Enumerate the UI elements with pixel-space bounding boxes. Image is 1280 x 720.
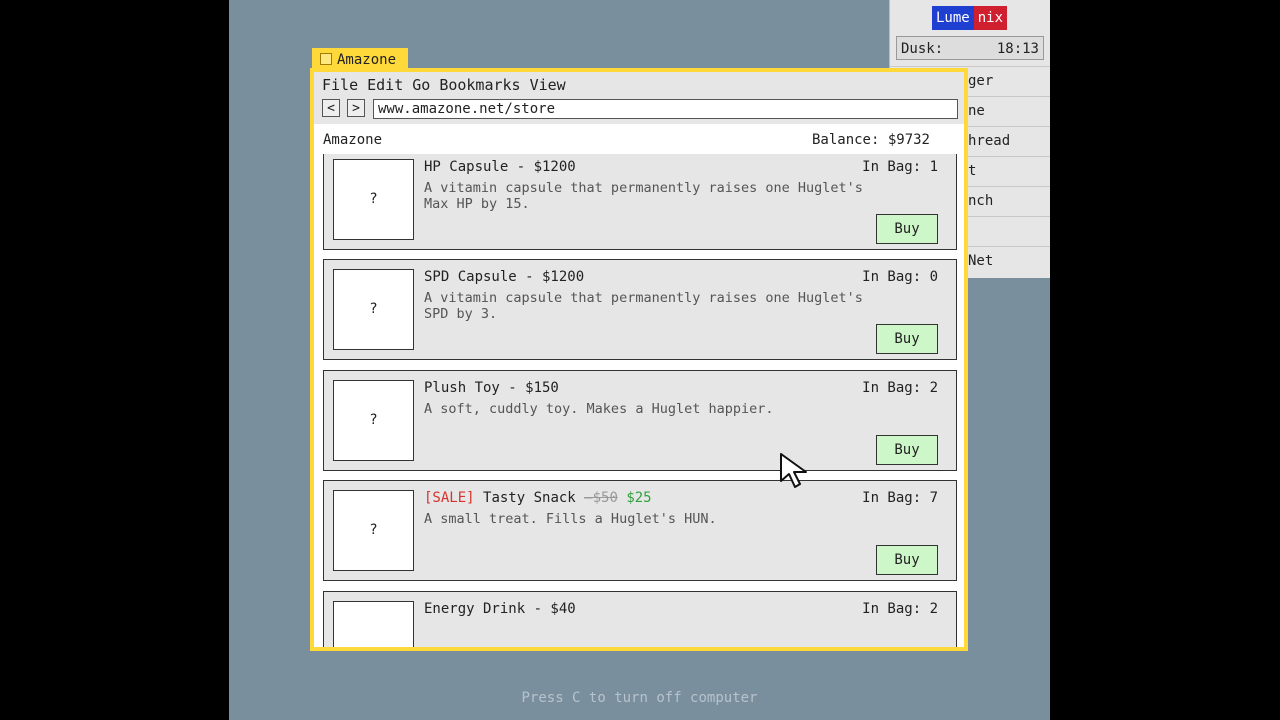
computer-screen: Lume nix Dusk: 18:13 ger ne hread t nch … <box>229 0 1050 720</box>
store-item-tasty-snack: ? [SALE] Tasty Snack —$50 $25 A small tr… <box>323 480 957 581</box>
item-in-bag-count: In Bag: 2 <box>862 380 938 396</box>
item-thumbnail: ? <box>333 380 414 461</box>
window-icon <box>320 53 332 65</box>
item-in-bag-count: In Bag: 2 <box>862 601 938 617</box>
item-thumbnail: ? <box>333 269 414 350</box>
menu-edit[interactable]: Edit <box>367 72 403 96</box>
old-price: —$50 <box>584 490 618 506</box>
item-title: SPD Capsule - $1200 <box>424 269 585 285</box>
browser-window-tab[interactable]: Amazone <box>312 48 408 70</box>
item-in-bag-count: In Bag: 1 <box>862 159 938 175</box>
item-description: A small treat. Fills a Huglet's HUN. <box>424 511 717 527</box>
item-title: HP Capsule - $1200 <box>424 159 576 175</box>
store-item-energy-drink: Energy Drink - $40 In Bag: 2 <box>323 591 957 647</box>
clock-time: 18:13 <box>996 41 1039 57</box>
os-logo: Lume nix <box>932 6 1008 30</box>
item-in-bag-count: In Bag: 0 <box>862 269 938 285</box>
browser-menubar: File Edit Go Bookmarks View <box>314 72 964 96</box>
tab-title: Amazone <box>337 52 397 68</box>
item-description: A soft, cuddly toy. Makes a Huglet happi… <box>424 401 774 417</box>
sale-tag: [SALE] <box>424 490 475 506</box>
item-in-bag-count: In Bag: 7 <box>862 490 938 506</box>
sale-price: $25 <box>626 490 652 506</box>
browser-window: File Edit Go Bookmarks View < > Amazone … <box>310 68 968 651</box>
back-button[interactable]: < <box>322 99 340 117</box>
store-page[interactable]: Amazone Balance: $9732 ? HP Capsule - $1… <box>314 124 964 647</box>
item-description: A vitamin capsule that permanently raise… <box>424 290 863 322</box>
item-thumbnail: ? <box>333 490 414 571</box>
power-off-hint: Press C to turn off computer <box>521 690 758 706</box>
address-bar: < > <box>314 96 964 124</box>
store-name: Amazone <box>323 132 383 148</box>
buy-button[interactable]: Buy <box>876 545 938 575</box>
item-title: Energy Drink - $40 <box>424 601 576 617</box>
os-logo-part1: Lume <box>932 6 974 30</box>
balance-display: Balance: $9732 <box>811 132 930 148</box>
browser-content: File Edit Go Bookmarks View < > Amazone … <box>314 72 964 647</box>
url-input[interactable] <box>373 99 958 119</box>
forward-button[interactable]: > <box>347 99 365 117</box>
store-header: Amazone Balance: $9732 <box>314 124 964 154</box>
item-description: A vitamin capsule that permanently raise… <box>424 180 863 212</box>
store-item-plush-toy: ? Plush Toy - $150 A soft, cuddly toy. M… <box>323 370 957 471</box>
menu-view[interactable]: View <box>530 72 566 96</box>
clock-display: Dusk: 18:13 <box>896 36 1044 60</box>
menu-file[interactable]: File <box>322 72 358 96</box>
store-item-hp-capsule: ? HP Capsule - $1200 A vitamin capsule t… <box>323 149 957 250</box>
item-title: [SALE] Tasty Snack —$50 $25 <box>424 489 652 507</box>
item-name: Tasty Snack <box>483 490 576 506</box>
store-item-spd-capsule: ? SPD Capsule - $1200 A vitamin capsule … <box>323 259 957 360</box>
menu-bookmarks[interactable]: Bookmarks <box>439 72 520 96</box>
menu-go[interactable]: Go <box>412 72 430 96</box>
os-logo-part2: nix <box>973 6 1008 30</box>
buy-button[interactable]: Buy <box>876 435 938 465</box>
item-thumbnail <box>333 601 414 647</box>
mouse-cursor-icon <box>780 453 807 488</box>
item-title: Plush Toy - $150 <box>424 380 559 396</box>
item-thumbnail: ? <box>333 159 414 240</box>
buy-button[interactable]: Buy <box>876 324 938 354</box>
time-of-day-label: Dusk: <box>901 41 944 57</box>
buy-button[interactable]: Buy <box>876 214 938 244</box>
